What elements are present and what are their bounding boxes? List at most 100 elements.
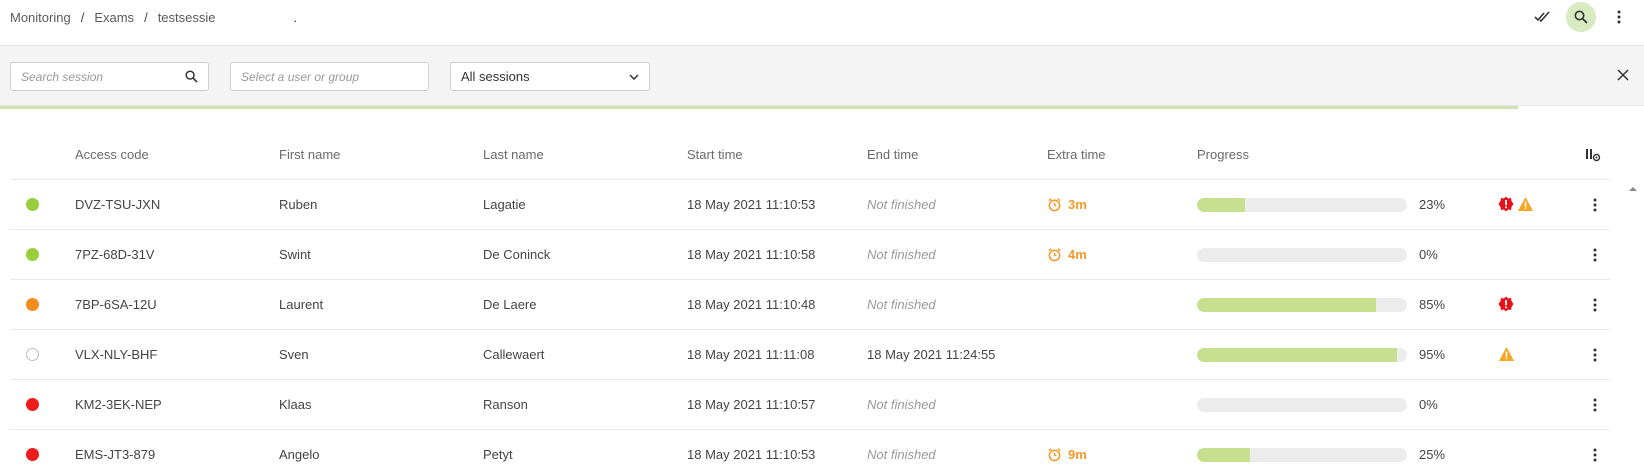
status-indicator bbox=[26, 248, 39, 261]
error-badge-icon[interactable] bbox=[1498, 196, 1514, 212]
search-session-input[interactable]: Search session bbox=[10, 62, 209, 91]
warning-triangle-icon[interactable] bbox=[1517, 196, 1534, 212]
status-indicator bbox=[26, 448, 39, 461]
more-options-button[interactable] bbox=[1604, 2, 1634, 32]
status-indicator bbox=[26, 398, 39, 411]
row-menu-button[interactable] bbox=[1585, 345, 1605, 365]
loading-progress-line bbox=[0, 106, 1518, 109]
first-name-cell: Angelo bbox=[279, 447, 320, 462]
error-badge-icon[interactable] bbox=[1498, 296, 1514, 312]
table-row[interactable]: 7PZ-68D-31V Swint De Coninck 18 May 2021 11… bbox=[10, 230, 1610, 280]
access-code-cell: KM2-3EK-NEP bbox=[75, 397, 162, 412]
warning-triangle-icon[interactable] bbox=[1498, 346, 1515, 362]
user-group-select[interactable]: Select a user or group bbox=[230, 62, 429, 91]
progress-percent: 85% bbox=[1419, 297, 1446, 312]
progress-percent: 25% bbox=[1419, 447, 1446, 462]
start-time-cell: 18 May 2021 11:11:08 bbox=[687, 347, 815, 362]
progress-cell: 95% bbox=[1197, 330, 1445, 379]
progress-percent: 23% bbox=[1419, 197, 1446, 212]
table-row[interactable]: DVZ-TSU-JXN Ruben Lagatie 18 May 2021 11:10… bbox=[10, 180, 1610, 230]
first-name-cell: Ruben bbox=[279, 197, 318, 212]
row-menu-cell bbox=[1585, 330, 1605, 379]
filter-bar: Search session Select a user or group Al… bbox=[0, 46, 1644, 106]
search-toggle-button[interactable] bbox=[1566, 2, 1596, 32]
flags-cell bbox=[1498, 179, 1534, 228]
close-icon bbox=[1617, 69, 1629, 81]
row-menu-button[interactable] bbox=[1585, 395, 1605, 415]
end-time-cell: Not finished bbox=[867, 447, 936, 462]
header-first-name[interactable]: First name bbox=[279, 130, 340, 179]
status-cell bbox=[26, 180, 39, 229]
progress-cell: 25% bbox=[1197, 430, 1445, 472]
top-bar: Monitoring / Exams / testsessie . bbox=[0, 0, 1644, 46]
progress-cell: 23% bbox=[1197, 180, 1445, 229]
last-name-cell: De Coninck bbox=[483, 247, 551, 262]
row-menu-button[interactable] bbox=[1585, 445, 1605, 465]
breadcrumb: Monitoring / Exams / testsessie . bbox=[10, 10, 297, 25]
progress-percent: 95% bbox=[1419, 347, 1446, 362]
row-menu-button[interactable] bbox=[1585, 195, 1605, 215]
status-indicator bbox=[26, 348, 39, 361]
progress-bar-fill bbox=[1197, 347, 1397, 362]
breadcrumb-trailing: . bbox=[293, 10, 298, 25]
row-menu-cell bbox=[1585, 180, 1605, 229]
table-row[interactable]: 7BP-6SA-12U Laurent De Laere 18 May 2021 11… bbox=[10, 280, 1610, 330]
start-time-cell: 18 May 2021 11:10:53 bbox=[687, 197, 816, 212]
alarm-clock-icon bbox=[1048, 248, 1061, 262]
extra-time-badge: 3m bbox=[1047, 197, 1087, 212]
progress-cell: 0% bbox=[1197, 380, 1438, 429]
row-menu-cell bbox=[1585, 230, 1605, 279]
status-cell bbox=[26, 280, 39, 329]
header-extra-time[interactable]: Extra time bbox=[1047, 130, 1106, 179]
extra-time-badge: 9m bbox=[1047, 447, 1087, 462]
alarm-clock-icon bbox=[1048, 198, 1061, 212]
row-menu-button[interactable] bbox=[1585, 245, 1605, 265]
header-progress[interactable]: Progress bbox=[1197, 130, 1249, 179]
flags-cell bbox=[1498, 279, 1517, 328]
access-code-cell: 7PZ-68D-31V bbox=[75, 247, 155, 262]
row-menu-cell bbox=[1585, 280, 1605, 329]
last-name-cell: Callewaert bbox=[483, 347, 545, 362]
end-time-cell: 18 May 2021 11:24:55 bbox=[867, 347, 996, 362]
header-last-name[interactable]: Last name bbox=[483, 130, 544, 179]
table-row[interactable]: KM2-3EK-NEP Klaas Ranson 18 May 2021 11:10:… bbox=[10, 380, 1610, 430]
header-end-time[interactable]: End time bbox=[867, 130, 918, 179]
more-vertical-icon bbox=[1593, 198, 1597, 211]
flags-cell bbox=[1498, 329, 1515, 378]
session-filter-value: All sessions bbox=[461, 69, 530, 84]
extra-time-value: 9m bbox=[1068, 447, 1087, 462]
start-time-cell: 18 May 2021 11:10:53 bbox=[687, 447, 816, 462]
status-indicator bbox=[26, 298, 39, 311]
chevron-down-icon bbox=[629, 73, 639, 80]
table-header: Access code First name Last name Start t… bbox=[10, 130, 1610, 180]
first-name-cell: Sven bbox=[279, 347, 309, 362]
table-body: DVZ-TSU-JXN Ruben Lagatie 18 May 2021 11:10… bbox=[10, 180, 1610, 472]
progress-bar bbox=[1197, 247, 1407, 262]
breadcrumb-monitoring[interactable]: Monitoring bbox=[10, 10, 71, 25]
progress-bar bbox=[1197, 297, 1407, 312]
extra-time-cell: 3m bbox=[1047, 180, 1087, 229]
extra-time-value: 3m bbox=[1068, 197, 1087, 212]
column-settings-button[interactable] bbox=[1585, 130, 1601, 179]
mark-all-read-button[interactable] bbox=[1528, 2, 1558, 32]
end-time-cell: Not finished bbox=[867, 397, 936, 412]
header-start-time[interactable]: Start time bbox=[687, 130, 743, 179]
start-time-cell: 18 May 2021 11:10:48 bbox=[687, 297, 816, 312]
extra-time-cell: 4m bbox=[1047, 230, 1087, 279]
progress-cell: 0% bbox=[1197, 230, 1438, 279]
header-access-code[interactable]: Access code bbox=[75, 130, 149, 179]
breadcrumb-separator: / bbox=[80, 10, 85, 25]
status-cell bbox=[26, 380, 39, 429]
end-time-cell: Not finished bbox=[867, 197, 936, 212]
close-filter-button[interactable] bbox=[1616, 68, 1632, 84]
breadcrumb-exams[interactable]: Exams bbox=[94, 10, 134, 25]
table-row[interactable]: VLX-NLY-BHF Sven Callewaert 18 May 2021 11:… bbox=[10, 330, 1610, 380]
table-row[interactable]: EMS-JT3-879 Angelo Petyt 18 May 2021 11:10:… bbox=[10, 430, 1610, 472]
status-cell bbox=[26, 430, 39, 472]
scrollbar-up-arrow[interactable] bbox=[1626, 182, 1640, 196]
session-filter-select[interactable]: All sessions bbox=[450, 62, 650, 91]
double-check-icon bbox=[1534, 11, 1550, 23]
row-menu-button[interactable] bbox=[1585, 295, 1605, 315]
first-name-cell: Klaas bbox=[279, 397, 312, 412]
status-cell bbox=[26, 230, 39, 279]
